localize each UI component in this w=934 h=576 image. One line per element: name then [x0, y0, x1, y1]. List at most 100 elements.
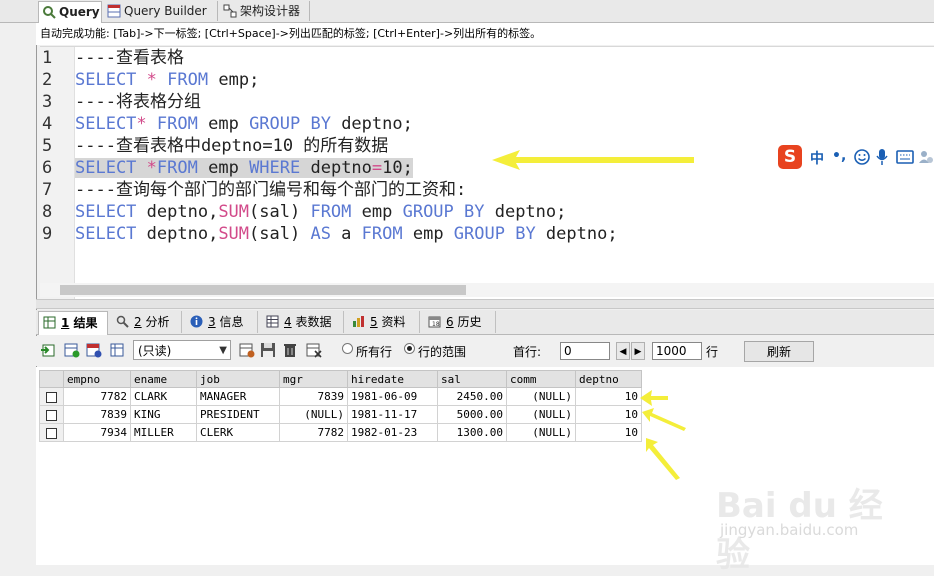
line-number: 8 — [42, 202, 53, 222]
code-line-3: ----将表格分组 — [75, 91, 201, 113]
cell-empno[interactable]: 7839 — [63, 405, 131, 424]
tab-table-data[interactable]: 4 表数据 — [262, 311, 344, 333]
cell-comm[interactable]: (NULL) — [506, 387, 576, 406]
user-settings-icon[interactable] — [918, 149, 934, 165]
cell-mgr[interactable]: 7839 — [279, 387, 348, 406]
import-icon[interactable] — [40, 342, 56, 358]
all-rows-radio[interactable] — [342, 343, 353, 354]
query-icon — [43, 6, 56, 19]
ime-toolbar[interactable]: S 中 •, — [776, 143, 934, 171]
arrow-annotation-icon — [492, 150, 694, 170]
cell-deptno[interactable]: 10 — [575, 405, 642, 424]
cell-empno[interactable]: 7934 — [63, 423, 131, 442]
cell-comm[interactable]: (NULL) — [506, 405, 576, 424]
editor-horizontal-scrollbar[interactable] — [40, 283, 934, 297]
code-line-7: ----查询每个部门的部门编号和每个部门的工资和: — [75, 179, 466, 201]
save-changes-icon[interactable] — [239, 342, 255, 358]
function-token: SUM — [218, 224, 250, 244]
cell-job[interactable]: MANAGER — [196, 387, 280, 406]
first-row-input[interactable] — [560, 342, 610, 360]
delete-row-icon[interactable] — [86, 342, 102, 358]
cell-mgr[interactable]: 7782 — [279, 423, 348, 442]
ime-punct-label[interactable]: •, — [832, 148, 846, 164]
cell-deptno[interactable]: 10 — [575, 423, 642, 442]
keyword-token: FROM — [361, 224, 403, 244]
column-header-comm[interactable]: comm — [506, 370, 576, 388]
scrollbar-thumb[interactable] — [60, 285, 466, 295]
floppy-disk-icon[interactable] — [260, 342, 276, 358]
next-page-icon[interactable]: ▶ — [631, 342, 645, 360]
column-header-hiredate[interactable]: hiredate — [347, 370, 438, 388]
microphone-icon[interactable] — [876, 148, 888, 166]
column-header-empno[interactable]: empno — [63, 370, 131, 388]
cell-hiredate[interactable]: 1981-06-09 — [347, 387, 438, 406]
operator-token: * — [136, 114, 147, 134]
cell-hiredate[interactable]: 1981-11-17 — [347, 405, 438, 424]
prev-page-icon[interactable]: ◀ — [616, 342, 630, 360]
cell-mgr[interactable]: (NULL) — [279, 405, 348, 424]
row-selector-header — [39, 370, 64, 388]
tab-query-builder-label: Query Builder — [124, 4, 207, 18]
tab-query-label: Query — [59, 5, 100, 19]
row-range-radio[interactable] — [404, 343, 415, 354]
cell-deptno[interactable]: 10 — [575, 387, 642, 406]
table-row[interactable]: 7839 KING PRESIDENT (NULL) 1981-11-17 50… — [39, 405, 642, 424]
table-row[interactable]: 7782 CLARK MANAGER 7839 1981-06-09 2450.… — [39, 387, 642, 406]
operator-token: * — [146, 158, 157, 178]
tab-query-builder[interactable]: Query Builder — [104, 1, 218, 21]
cell-sal[interactable]: 5000.00 — [437, 405, 507, 424]
profile-icon — [353, 316, 364, 327]
refresh-button[interactable]: 刷新 — [744, 341, 814, 362]
pane-splitter[interactable] — [36, 299, 934, 309]
cell-comm[interactable]: (NULL) — [506, 423, 576, 442]
keyword-token: FROM — [310, 202, 352, 222]
tab-profile[interactable]: 5 资料 — [348, 311, 420, 333]
cell-empno[interactable]: 7782 — [63, 387, 131, 406]
insert-row-icon[interactable] — [64, 342, 80, 358]
row-checkbox[interactable] — [39, 423, 64, 442]
edit-row-icon[interactable] — [110, 342, 126, 358]
info-icon — [190, 315, 203, 328]
line-number: 6 — [42, 158, 53, 178]
table-row[interactable]: 7934 MILLER CLERK 7782 1982-01-23 1300.0… — [39, 423, 642, 442]
table-data-icon — [266, 315, 279, 328]
row-checkbox[interactable] — [39, 405, 64, 424]
row-checkbox[interactable] — [39, 387, 64, 406]
code-line-5: ----查看表格中deptno=10 的所有数据 — [75, 135, 388, 157]
tab-result[interactable]: 1 结果 — [38, 311, 108, 335]
column-header-ename[interactable]: ename — [130, 370, 197, 388]
cell-hiredate[interactable]: 1982-01-23 — [347, 423, 438, 442]
row-count-input[interactable] — [652, 342, 702, 360]
tab-result-label: 结果 — [73, 316, 98, 330]
column-header-sal[interactable]: sal — [437, 370, 507, 388]
tab-schema-designer[interactable]: 架构设计器 — [220, 1, 310, 21]
cell-ename[interactable]: KING — [130, 405, 197, 424]
tab-query[interactable]: Query — [38, 1, 102, 23]
tab-analysis[interactable]: 2 分析 — [112, 311, 182, 333]
cell-ename[interactable]: CLARK — [130, 387, 197, 406]
cancel-changes-icon[interactable] — [306, 342, 322, 358]
tab-history[interactable]: 18 6 历史 — [424, 311, 496, 333]
cell-job[interactable]: CLERK — [196, 423, 280, 442]
comment-token: ----将表格分组 — [75, 92, 201, 112]
tab-schema-designer-label: 架构设计器 — [240, 4, 301, 18]
column-header-job[interactable]: job — [196, 370, 280, 388]
code-line-6: SELECT *FROM emp WHERE deptno=10; — [75, 157, 413, 179]
left-panel-edge — [0, 23, 36, 565]
cell-sal[interactable]: 2450.00 — [437, 387, 507, 406]
cell-ename[interactable]: MILLER — [130, 423, 197, 442]
tab-result-num: 1 — [61, 316, 70, 330]
keyword-token: SELECT — [75, 70, 137, 90]
column-header-mgr[interactable]: mgr — [279, 370, 348, 388]
ime-mode-label[interactable]: 中 — [810, 148, 824, 168]
keyboard-icon[interactable] — [896, 150, 914, 164]
line-number: 3 — [42, 92, 53, 112]
cell-sal[interactable]: 1300.00 — [437, 423, 507, 442]
result-mode-select[interactable]: (只读) ▼ — [133, 340, 231, 360]
tab-info[interactable]: 3 信息 — [186, 311, 258, 333]
emoji-icon[interactable] — [854, 149, 870, 165]
cell-job[interactable]: PRESIDENT — [196, 405, 280, 424]
line-number: 2 — [42, 70, 53, 90]
trash-icon[interactable] — [282, 342, 298, 358]
column-header-deptno[interactable]: deptno — [575, 370, 642, 388]
